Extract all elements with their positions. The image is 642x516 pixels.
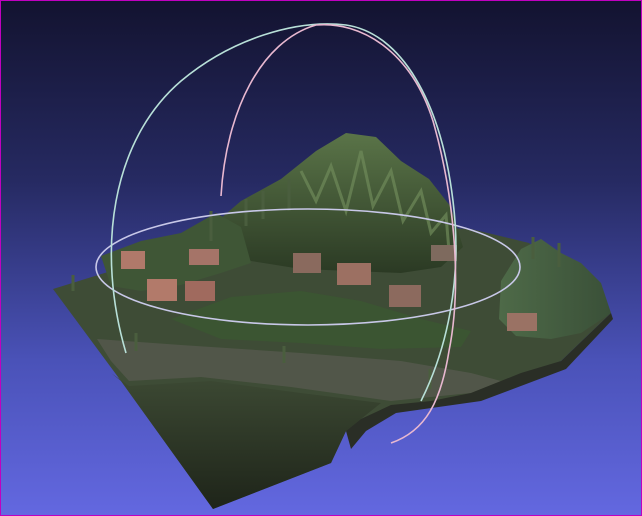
house	[121, 251, 145, 269]
house	[185, 281, 215, 301]
house	[507, 313, 537, 331]
house	[431, 245, 457, 261]
house	[293, 253, 321, 273]
house	[147, 279, 177, 301]
house	[389, 285, 421, 307]
house	[337, 263, 371, 285]
3d-viewport[interactable]	[0, 0, 642, 516]
house	[189, 249, 219, 265]
scene-canvas[interactable]	[1, 1, 641, 515]
